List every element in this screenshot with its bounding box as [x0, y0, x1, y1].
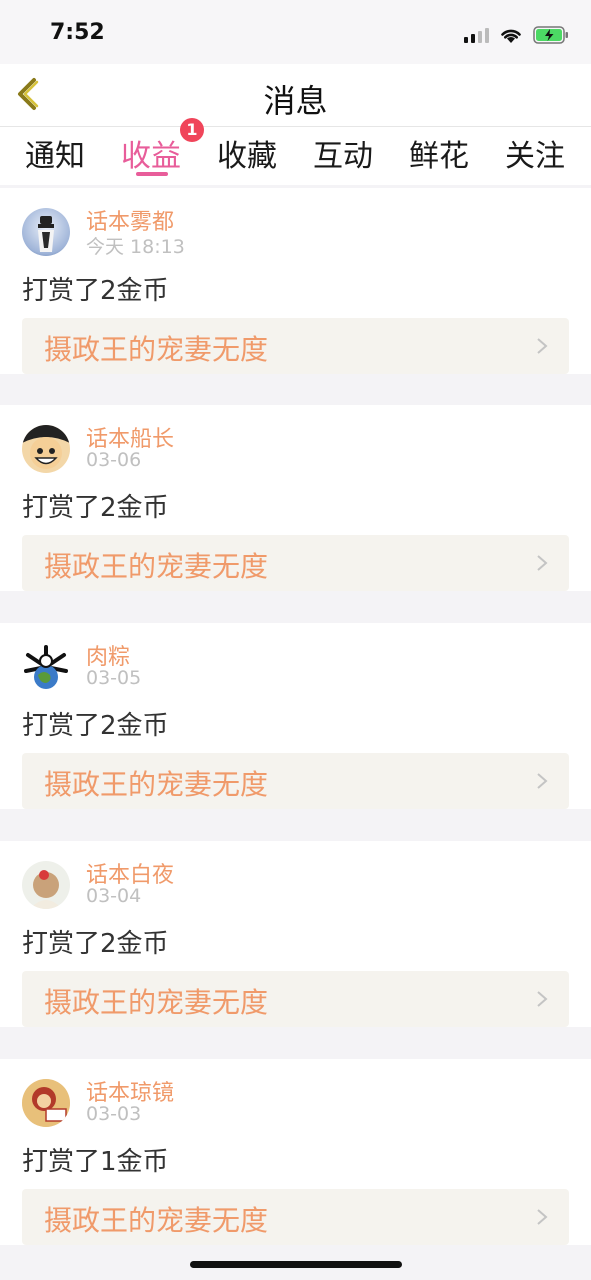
book-title: 摄政王的宠妻无度 — [44, 333, 269, 366]
tab-flowers[interactable]: 鲜花 — [399, 131, 479, 175]
reward-text: 打赏了1金币 — [22, 1147, 169, 1177]
book-title: 摄政王的宠妻无度 — [44, 768, 269, 801]
active-tab-indicator — [136, 172, 168, 176]
tab-follows[interactable]: 关注 — [495, 131, 575, 175]
avatar-cartoon-icon[interactable] — [22, 1079, 70, 1127]
avatar-cartoon-face-icon[interactable] — [22, 425, 70, 473]
reward-text: 打赏了2金币 — [22, 493, 169, 523]
message-card: 肉粽 03-05 打赏了2金币 摄政王的宠妻无度 — [0, 623, 591, 809]
chevron-right-icon — [537, 555, 548, 571]
reward-text: 打赏了2金币 — [22, 929, 169, 959]
book-link[interactable]: 摄政王的宠妻无度 — [22, 318, 569, 374]
cellular-signal-icon — [464, 27, 489, 43]
tab-notifications[interactable]: 通知 — [15, 131, 95, 175]
wifi-icon — [501, 29, 521, 43]
battery-charging-icon — [533, 26, 568, 44]
message-card: 话本琼镜 03-03 打赏了1金币 摄政王的宠妻无度 — [0, 1059, 591, 1245]
book-link[interactable]: 摄政王的宠妻无度 — [22, 1189, 569, 1245]
tab-earnings[interactable]: 收益 — [111, 131, 191, 175]
tab-bar: 通知 收益 收藏 互动 鲜花 关注 — [0, 127, 591, 185]
reward-text: 打赏了2金币 — [22, 276, 169, 306]
tab-badge: 1 — [180, 118, 204, 142]
reward-text: 打赏了2金币 — [22, 711, 169, 741]
status-time: 7:52 — [50, 20, 105, 45]
status-bar: 7:52 — [0, 0, 591, 64]
home-indicator[interactable] — [190, 1261, 402, 1268]
tab-favorites[interactable]: 收藏 — [207, 131, 287, 175]
chevron-right-icon — [537, 991, 548, 1007]
book-title: 摄政王的宠妻无度 — [44, 986, 269, 1019]
timestamp: 今天 18:13 — [86, 236, 185, 258]
message-card: 话本船长 03-06 打赏了2金币 摄政王的宠妻无度 — [0, 405, 591, 591]
book-title: 摄政王的宠妻无度 — [44, 1204, 269, 1237]
navigation-bar: 消息 — [0, 64, 591, 127]
chevron-right-icon — [537, 338, 548, 354]
timestamp: 03-06 — [86, 449, 142, 471]
message-card: 话本雾都 今天 18:13 打赏了2金币 摄政王的宠妻无度 — [0, 188, 591, 374]
book-title: 摄政王的宠妻无度 — [44, 550, 269, 583]
timestamp: 03-03 — [86, 1103, 142, 1125]
book-link[interactable]: 摄政王的宠妻无度 — [22, 753, 569, 809]
avatar-figure-icon[interactable] — [22, 208, 70, 256]
avatar-girl-icon[interactable] — [22, 861, 70, 909]
timestamp: 03-05 — [86, 667, 142, 689]
status-icons — [464, 24, 569, 46]
chevron-right-icon — [537, 1209, 548, 1225]
book-link[interactable]: 摄政王的宠妻无度 — [22, 535, 569, 591]
avatar-earth-icon[interactable] — [22, 643, 70, 691]
tab-interactions[interactable]: 互动 — [303, 131, 383, 175]
book-link[interactable]: 摄政王的宠妻无度 — [22, 971, 569, 1027]
page-title: 消息 — [263, 82, 328, 120]
message-card: 话本白夜 03-04 打赏了2金币 摄政王的宠妻无度 — [0, 841, 591, 1027]
timestamp: 03-04 — [86, 885, 142, 907]
chevron-right-icon — [537, 773, 548, 789]
